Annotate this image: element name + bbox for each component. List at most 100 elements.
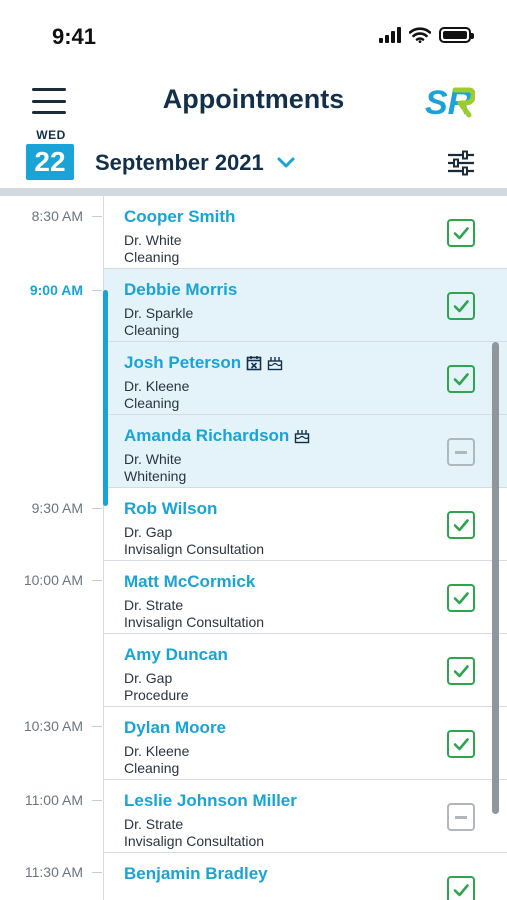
doctor-name: Dr. Kleene	[124, 743, 190, 759]
calendar-date-button[interactable]: WED 22	[26, 128, 76, 180]
doctor-name: Dr. White	[124, 451, 182, 467]
appointment-row[interactable]: Amy Duncan Dr. Gap Procedure	[104, 634, 507, 707]
time-label: 8:30 AM	[31, 208, 83, 224]
confirmed-checkbox[interactable]	[447, 584, 475, 612]
patient-name-text: Leslie Johnson Miller	[124, 791, 297, 810]
patient-name: Amanda Richardson	[124, 426, 310, 446]
patient-name-text: Cooper Smith	[124, 207, 236, 226]
checkmark-icon	[453, 373, 469, 386]
doctor-name: Dr. Gap	[124, 670, 173, 686]
time-tick	[92, 800, 102, 801]
time-tick	[92, 580, 102, 581]
pending-checkbox[interactable]	[447, 803, 475, 831]
appointment-type: Invisalign Consultation	[124, 614, 265, 630]
appointment-type: Invisalign Consultation	[124, 541, 265, 557]
appointment-list: Cooper Smith Dr. White Cleaning Debbie Morr…	[104, 196, 507, 900]
checkmark-icon	[453, 519, 469, 532]
patient-name-text: Amy Duncan	[124, 645, 228, 664]
weekday-label: WED	[36, 128, 66, 142]
patient-name-text: Rob Wilson	[124, 499, 218, 518]
status-icons	[379, 27, 474, 43]
time-label: 11:00 AM	[24, 792, 83, 808]
battery-icon	[439, 27, 474, 43]
appointment-row[interactable]: Debbie Morris Dr. Sparkle Cleaning	[104, 269, 507, 342]
time-label: 9:30 AM	[31, 500, 83, 516]
confirmed-checkbox[interactable]	[447, 657, 475, 685]
status-time: 9:41	[52, 24, 97, 49]
appointment-row[interactable]: Leslie Johnson Miller Dr. Strate Invisalig…	[104, 780, 507, 853]
patient-name-text: Matt McCormick	[124, 572, 256, 591]
appointment-row[interactable]: Amanda Richardson Dr. White Whitening	[104, 415, 507, 488]
confirmed-checkbox[interactable]	[447, 292, 475, 320]
doctor-name: Dr. White	[124, 232, 182, 248]
month-label: September 2021	[95, 150, 264, 175]
doctor-name: Dr. Kleene	[124, 378, 190, 394]
patient-name: Josh Peterson	[124, 353, 283, 373]
time-label: 10:00 AM	[23, 572, 83, 588]
patient-name-text: Dylan Moore	[124, 718, 227, 737]
appointment-type: Cleaning	[124, 249, 180, 265]
time-tick	[92, 726, 102, 727]
patient-name: Debbie Morris	[124, 280, 237, 300]
patient-name: Leslie Johnson Miller	[124, 791, 297, 811]
birthday-cake-icon	[294, 428, 310, 444]
time-tick	[92, 216, 102, 217]
birthday-cake-icon	[267, 355, 283, 371]
header-divider	[0, 188, 507, 196]
appointment-row[interactable]: Benjamin Bradley	[104, 853, 507, 900]
patient-name: Amy Duncan	[124, 645, 228, 665]
status-bar: 9:41	[0, 0, 507, 70]
time-label: 9:00 AM	[29, 282, 83, 298]
patient-name-text: Benjamin Bradley	[124, 864, 268, 883]
patient-name: Cooper Smith	[124, 207, 235, 227]
appointment-type: Whitening	[124, 468, 187, 484]
time-tick	[92, 290, 102, 291]
month-selector[interactable]: September 2021	[95, 150, 296, 176]
patient-name-text: Amanda Richardson	[124, 426, 290, 445]
doctor-name: Dr. Gap	[124, 524, 173, 540]
time-label: 11:30 AM	[24, 864, 83, 880]
patient-name: Benjamin Bradley	[124, 864, 268, 884]
pending-checkbox[interactable]	[447, 438, 475, 466]
appointment-type: Procedure	[124, 687, 189, 703]
cellular-signal-icon	[379, 27, 401, 43]
patient-name-text: Debbie Morris	[124, 280, 238, 299]
confirmed-checkbox[interactable]	[447, 365, 475, 393]
confirmed-checkbox[interactable]	[447, 730, 475, 758]
checkmark-icon	[453, 227, 469, 240]
scrollbar[interactable]	[492, 342, 499, 814]
confirmed-checkbox[interactable]	[447, 511, 475, 539]
appointment-row[interactable]: Dylan Moore Dr. Kleene Cleaning	[104, 707, 507, 780]
doctor-name: Dr. Strate	[124, 816, 184, 832]
app-header: Appointments SR	[0, 78, 507, 128]
date-row: WED 22 September 2021	[0, 126, 507, 188]
patient-name: Rob Wilson	[124, 499, 217, 519]
sr-logo: SR	[425, 84, 475, 122]
current-time-indicator	[103, 290, 108, 506]
appointments-timeline[interactable]: 8:30 AM 9:00 AM 9:30 AM 10:00 AM 10:30 AM 11:…	[0, 196, 507, 900]
appointment-row[interactable]: Rob Wilson Dr. Gap Invisalign Consultation	[104, 488, 507, 561]
checkmark-icon	[453, 592, 469, 605]
time-label: 10:30 AM	[23, 718, 83, 734]
doctor-name: Dr. Strate	[124, 597, 184, 613]
appointment-type: Cleaning	[124, 760, 180, 776]
filter-sliders-icon[interactable]	[447, 150, 475, 176]
appointment-type: Cleaning	[124, 322, 180, 338]
wifi-icon	[409, 27, 431, 43]
calendar-x-icon	[246, 355, 262, 371]
confirmed-checkbox[interactable]	[447, 219, 475, 247]
appointment-row[interactable]: Josh Peterson Dr. Kleene Cleaning	[104, 342, 507, 415]
time-tick	[92, 508, 102, 509]
appointment-type: Invisalign Consultation	[124, 833, 265, 849]
day-number: 22	[26, 144, 74, 180]
patient-name: Dylan Moore	[124, 718, 226, 738]
time-tick	[92, 872, 102, 873]
appointment-row[interactable]: Matt McCormick Dr. Strate Invisalign Consu…	[104, 561, 507, 634]
doctor-name: Dr. Sparkle	[124, 305, 194, 321]
checkmark-icon	[453, 665, 469, 678]
confirmed-checkbox[interactable]	[447, 876, 475, 900]
appointment-type: Cleaning	[124, 395, 180, 411]
chevron-down-icon	[277, 157, 295, 168]
appointment-row[interactable]: Cooper Smith Dr. White Cleaning	[104, 196, 507, 269]
checkmark-icon	[453, 738, 469, 751]
